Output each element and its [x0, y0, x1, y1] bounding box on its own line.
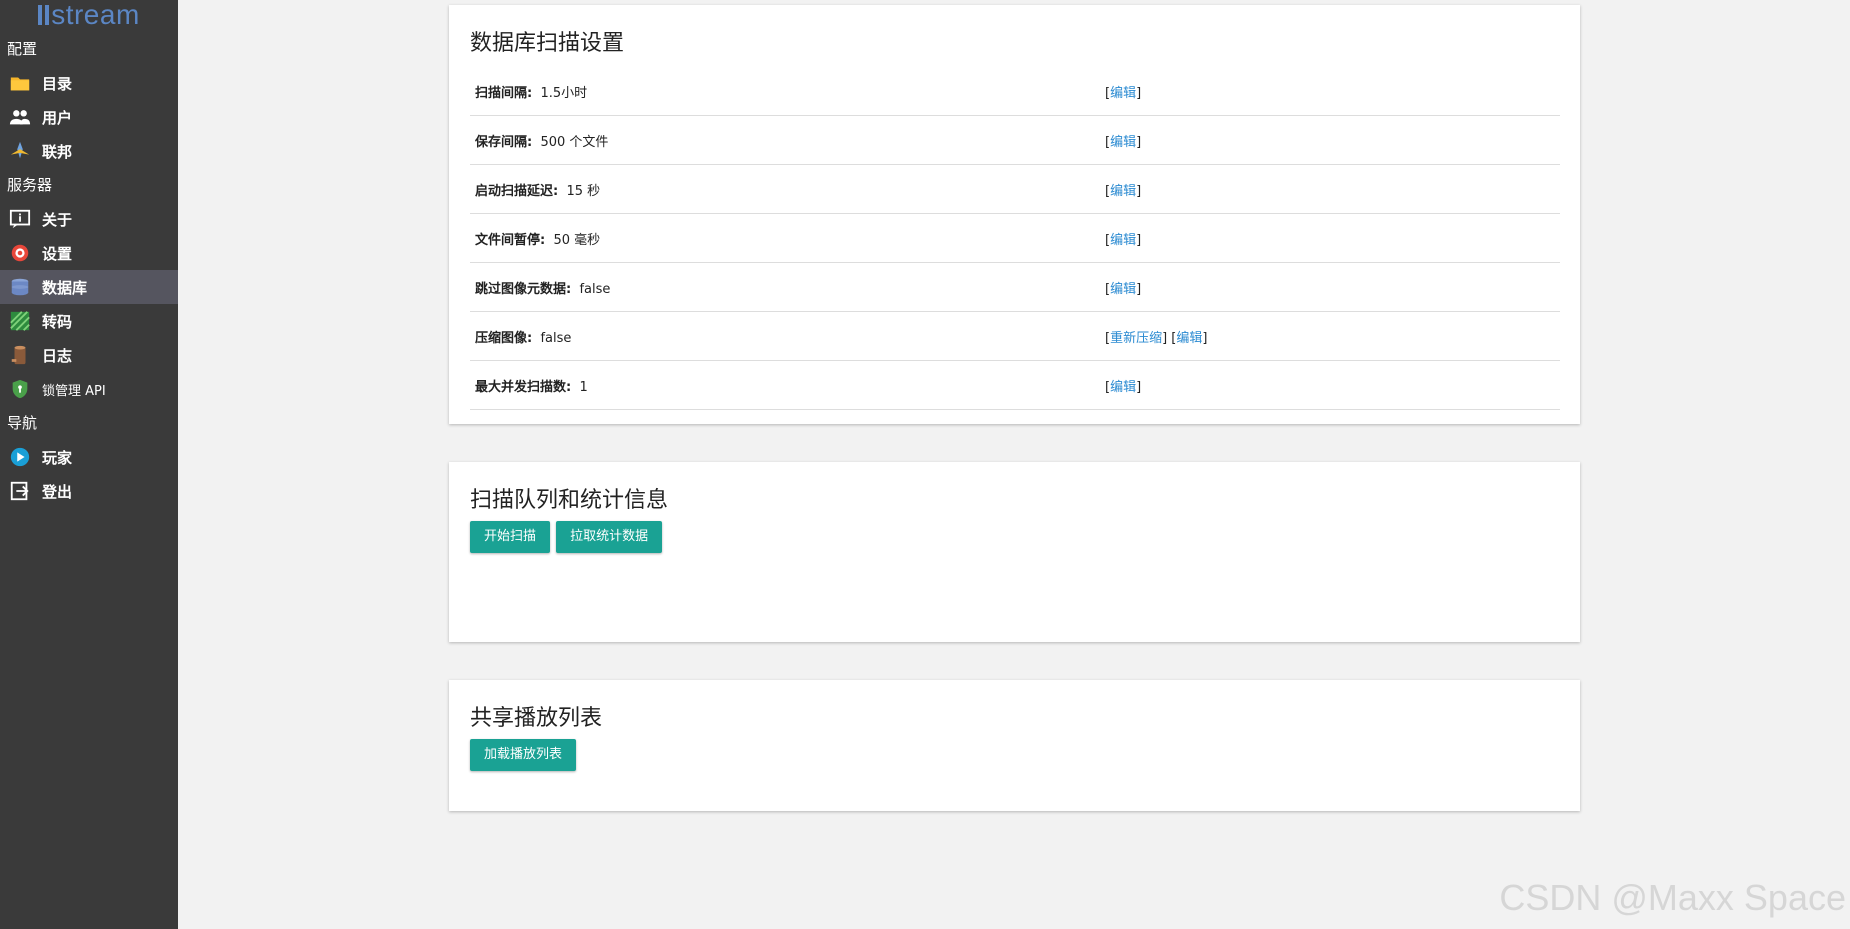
load-playlists-button[interactable]: 加载播放列表: [470, 739, 577, 771]
sidebar-item-database[interactable]: 数据库: [0, 270, 178, 304]
edit-link[interactable]: 编辑: [1110, 86, 1136, 101]
sidebar-item-logs[interactable]: 日志: [0, 338, 178, 372]
sidebar-item-label: 登出: [42, 482, 73, 501]
transcode-icon: [8, 309, 32, 333]
setting-row-skip-image-metadata: 跳过图像元数据: false [编辑]: [470, 263, 1560, 312]
shared-playlists-title: 共享播放列表: [470, 706, 603, 731]
sidebar-item-label: 转码: [42, 312, 73, 331]
logout-icon: [8, 479, 32, 503]
sidebar-item-users[interactable]: 用户: [0, 100, 178, 134]
setting-row-scan-interval: 扫描间隔: 1.5小时 [编辑]: [470, 67, 1560, 116]
logo-bars-icon: [38, 5, 50, 25]
folder-icon: [8, 71, 32, 95]
sidebar-item-label: 用户: [42, 108, 73, 127]
pull-stats-button[interactable]: 拉取统计数据: [556, 521, 663, 553]
sidebar-item-label: 日志: [42, 346, 73, 365]
edit-link[interactable]: 编辑: [1176, 331, 1202, 346]
edit-link[interactable]: 编辑: [1110, 184, 1136, 199]
sidebar-item-transcoding[interactable]: 转码: [0, 304, 178, 338]
setting-row-compress-images: 压缩图像: false [重新压缩] [编辑]: [470, 312, 1560, 361]
scan-settings-card: 数据库扫描设置 扫描间隔: 1.5小时 [编辑] 保存间隔: 500 个文件 […: [449, 5, 1580, 424]
setting-label: 启动扫描延迟:: [475, 183, 559, 199]
setting-value: 1.5小时: [540, 85, 588, 101]
setting-value: 1: [579, 379, 588, 395]
edit-link[interactable]: 编辑: [1110, 233, 1136, 248]
sidebar-item-label: 关于: [42, 210, 73, 229]
sidebar-item-label: 设置: [42, 244, 73, 263]
scan-queue-card: 扫描队列和统计信息 开始扫描 拉取统计数据: [449, 462, 1580, 642]
setting-label: 最大并发扫描数:: [475, 379, 572, 395]
setting-label: 压缩图像:: [475, 330, 533, 346]
setting-row-save-interval: 保存间隔: 500 个文件 [编辑]: [470, 116, 1560, 165]
sidebar-item-federation[interactable]: 联邦: [0, 134, 178, 168]
gear-icon: [8, 241, 32, 265]
play-icon: [8, 445, 32, 469]
setting-value: false: [579, 281, 611, 297]
users-icon: [8, 105, 32, 129]
section-title-config: 配置: [7, 40, 38, 58]
database-icon: [8, 275, 32, 299]
sidebar-item-player[interactable]: 玩家: [0, 440, 178, 474]
app-logo[interactable]: stream: [0, 0, 178, 32]
scan-queue-actions: 开始扫描 拉取统计数据: [470, 521, 663, 553]
setting-value: 500 个文件: [540, 134, 609, 150]
log-icon: [8, 343, 32, 367]
setting-row-file-pause: 文件间暂停: 50 毫秒 [编辑]: [470, 214, 1560, 263]
sidebar-item-about[interactable]: 关于: [0, 202, 178, 236]
setting-label: 文件间暂停:: [475, 232, 546, 248]
scan-settings-table: 扫描间隔: 1.5小时 [编辑] 保存间隔: 500 个文件 [编辑] 启动扫描…: [470, 67, 1560, 410]
section-title-server: 服务器: [7, 176, 53, 194]
sidebar-item-label: 玩家: [42, 448, 73, 467]
shield-lock-icon: [8, 377, 32, 401]
shared-playlists-actions: 加载播放列表: [470, 739, 577, 771]
setting-row-max-concurrent-scans: 最大并发扫描数: 1 [编辑]: [470, 361, 1560, 410]
info-icon: [8, 207, 32, 231]
start-scan-button[interactable]: 开始扫描: [470, 521, 551, 553]
setting-value: false: [540, 330, 572, 346]
recompress-link[interactable]: 重新压缩: [1110, 331, 1162, 346]
sidebar-item-settings[interactable]: 设置: [0, 236, 178, 270]
sidebar-item-logout[interactable]: 登出: [0, 474, 178, 508]
sidebar-item-label: 锁管理 API: [42, 383, 106, 399]
setting-value: 50 毫秒: [553, 232, 601, 248]
section-title-navigation: 导航: [7, 414, 38, 432]
sidebar-item-lock-api[interactable]: 锁管理 API: [0, 372, 178, 406]
scan-queue-title: 扫描队列和统计信息: [470, 488, 669, 513]
edit-link[interactable]: 编辑: [1110, 282, 1136, 297]
setting-row-startup-delay: 启动扫描延迟: 15 秒 [编辑]: [470, 165, 1560, 214]
sidebar-item-label: 数据库: [42, 278, 88, 297]
scan-settings-title: 数据库扫描设置: [470, 31, 625, 56]
federation-icon: [8, 139, 32, 163]
sidebar-item-label: 目录: [42, 74, 73, 93]
setting-label: 跳过图像元数据:: [475, 281, 572, 297]
sidebar-item-directories[interactable]: 目录: [0, 66, 178, 100]
shared-playlists-card: 共享播放列表 加载播放列表: [449, 680, 1580, 811]
watermark: CSDN @Maxx Space: [1499, 877, 1846, 918]
logo-text: stream: [51, 0, 140, 30]
setting-label: 保存间隔:: [475, 134, 533, 150]
edit-link[interactable]: 编辑: [1110, 135, 1136, 150]
setting-label: 扫描间隔:: [475, 85, 533, 101]
sidebar: stream 配置 目录 用户 联邦 服务器 关于 设置 数据库 转码 日志 锁…: [0, 0, 178, 929]
sidebar-item-label: 联邦: [42, 142, 73, 161]
setting-value: 15 秒: [566, 183, 601, 199]
edit-link[interactable]: 编辑: [1110, 380, 1136, 395]
